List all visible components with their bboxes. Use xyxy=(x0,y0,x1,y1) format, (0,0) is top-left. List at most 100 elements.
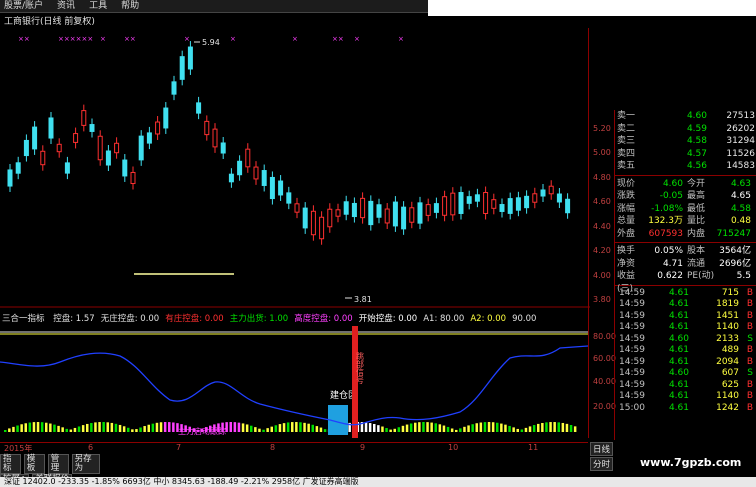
price-tick: 4.40 xyxy=(593,222,611,231)
period-buttons: 日线 分时 xyxy=(590,442,614,472)
trend-note: 主力启动跟踪 xyxy=(178,426,226,436)
menu-item-info[interactable]: 资讯 xyxy=(57,0,75,12)
price-tick: 5.00 xyxy=(593,148,611,157)
indicator-chart[interactable]: 建仓区 跳部信号 主力启动跟踪 xyxy=(0,326,588,442)
tick-row: 14:59 4.61 489 B xyxy=(615,345,756,357)
indicator-name[interactable]: 三合一指标 xyxy=(2,314,45,324)
window-blank-area xyxy=(428,0,756,16)
watermark: www.7gpzb.com xyxy=(640,456,742,469)
stat-label: 涨幅 xyxy=(617,203,636,214)
indicator-item: A2: 0.00 xyxy=(470,314,507,324)
daily-button[interactable]: 日线 xyxy=(590,442,614,456)
ask-price: 4.60 xyxy=(686,111,707,121)
tick-time: 14:59 xyxy=(619,391,645,401)
tick-price: 4.61 xyxy=(668,391,689,401)
menu-bar: 股票/账户 资讯 工具 帮助 xyxy=(0,0,428,13)
svg-text:××: ×× xyxy=(332,35,344,43)
ask-price: 4.56 xyxy=(686,161,707,171)
tick-price: 4.61 xyxy=(668,299,689,309)
tick-price: 4.61 xyxy=(668,310,689,321)
ask-row: 卖四 4.57 11526 xyxy=(615,148,756,161)
tab-manage[interactable]: 管理 xyxy=(47,454,69,474)
date-tick: 7 xyxy=(176,443,182,452)
stat-row: 收益(三) 0.622 PE(动) 5.5 xyxy=(615,270,756,294)
stat-label: 内盘 xyxy=(687,228,706,239)
tick-volume: 2133 xyxy=(716,333,739,344)
indicator-tick: 60.00 xyxy=(593,354,616,363)
stat-value: 0.48 xyxy=(730,216,751,226)
price-tick: 3.80 xyxy=(593,295,611,304)
date-tick: 2015年 xyxy=(4,444,33,453)
stat-label: 最高 xyxy=(687,191,706,201)
tick-time: 14:59 xyxy=(619,333,645,344)
menu-item-stock[interactable]: 股票/账户 xyxy=(4,0,43,12)
tick-row: 15:00 4.61 1242 B xyxy=(615,403,756,415)
ask-row: 卖一 4.60 27513 xyxy=(615,110,756,123)
tick-row: 14:59 4.60 2133 S xyxy=(615,334,756,346)
price-tick: 4.80 xyxy=(593,173,611,182)
tick-volume: 625 xyxy=(721,379,739,390)
ask-volume: 11526 xyxy=(726,148,755,159)
indicator-legend: 三合一指标 控盘: 1.57 无庄控盘: 0.00 有庄控盘: 0.00 主力出货: … xyxy=(2,312,590,326)
ask-price: 4.57 xyxy=(686,148,707,159)
tick-price: 4.61 xyxy=(668,402,689,413)
stat-label: 流通 xyxy=(687,258,706,269)
svg-text:××: ×× xyxy=(124,35,136,43)
svg-text:×: × xyxy=(100,35,106,43)
tick-row: 14:59 4.61 1819 B xyxy=(615,299,756,311)
intraday-button[interactable]: 分时 xyxy=(590,457,614,471)
tick-volume: 607 xyxy=(721,368,739,378)
stat-value: -1.08% xyxy=(651,203,683,214)
svg-text:××: ×× xyxy=(18,35,30,43)
candlestick-chart[interactable]: ×× ×××××× × ×× × × × ×× × × 5.94 3.81 xyxy=(0,28,590,308)
price-tick: 4.20 xyxy=(593,246,611,255)
stat-value: -0.05 xyxy=(659,191,683,201)
tick-row: 14:59 4.61 625 B xyxy=(615,380,756,392)
stat-row: 涨跌 -0.05 最高 4.65 xyxy=(615,190,756,203)
tick-time: 14:59 xyxy=(619,345,645,355)
ask-label: 卖四 xyxy=(617,148,636,159)
tick-volume: 489 xyxy=(721,345,739,355)
tick-volume: 1140 xyxy=(716,322,739,332)
status-bar: 深证 12402.0 -233.35 -1.85% 6693亿 中小 8345.… xyxy=(0,477,756,487)
tick-volume: 1140 xyxy=(716,391,739,401)
stat-label: PE(动) xyxy=(687,271,715,281)
svg-text:××××××: ×××××× xyxy=(58,35,93,43)
ask-volume: 27513 xyxy=(726,111,755,121)
stat-label: 收益(三) xyxy=(617,271,636,294)
stat-value: 4.60 xyxy=(662,178,683,189)
sell-signal-label: 跳部信号 xyxy=(356,351,365,385)
stat-value: 3564亿 xyxy=(719,246,751,256)
ask-volume: 14583 xyxy=(726,161,755,171)
stat-row: 涨幅 -1.08% 最低 4.58 xyxy=(615,203,756,216)
tick-side: B xyxy=(746,356,753,367)
date-tick: 6 xyxy=(88,443,94,452)
stat-label: 股本 xyxy=(687,246,706,256)
date-axis: 2015年 6 7 8 9 10 11 xyxy=(0,442,588,454)
tick-volume: 1819 xyxy=(716,299,739,309)
menu-item-help[interactable]: 帮助 xyxy=(121,0,139,12)
indicator-line xyxy=(0,345,588,426)
stat-row: 外盘 607593 内盘 715247 xyxy=(615,228,756,241)
stat-value: 4.58 xyxy=(730,203,751,214)
svg-text:×: × xyxy=(354,35,360,43)
tick-price: 4.60 xyxy=(668,368,689,378)
tab-save-as[interactable]: 另存为 xyxy=(71,454,100,474)
stat-row: 净资 4.71 流通 2696亿 xyxy=(615,258,756,271)
tick-row: 14:59 4.61 1451 B xyxy=(615,311,756,323)
tick-volume: 1451 xyxy=(716,310,739,321)
tick-time: 14:59 xyxy=(619,356,645,367)
svg-text:×: × xyxy=(184,35,190,43)
ask-label: 卖五 xyxy=(617,161,636,171)
tab-template[interactable]: 模板 xyxy=(23,454,45,474)
stat-label: 今开 xyxy=(687,178,706,189)
candles xyxy=(7,41,571,245)
indicator-item: 90.00 xyxy=(512,314,537,324)
stat-row: 现价 4.60 今开 4.63 xyxy=(615,178,756,191)
ask-label: 卖一 xyxy=(617,111,636,121)
menu-item-tools[interactable]: 工具 xyxy=(89,0,107,12)
tab-indicator[interactable]: 指标 xyxy=(0,454,21,474)
indicator-item: 控盘: 1.57 xyxy=(53,314,95,324)
tick-row: 14:59 4.61 1140 B xyxy=(615,322,756,334)
stat-label: 量比 xyxy=(687,216,706,226)
